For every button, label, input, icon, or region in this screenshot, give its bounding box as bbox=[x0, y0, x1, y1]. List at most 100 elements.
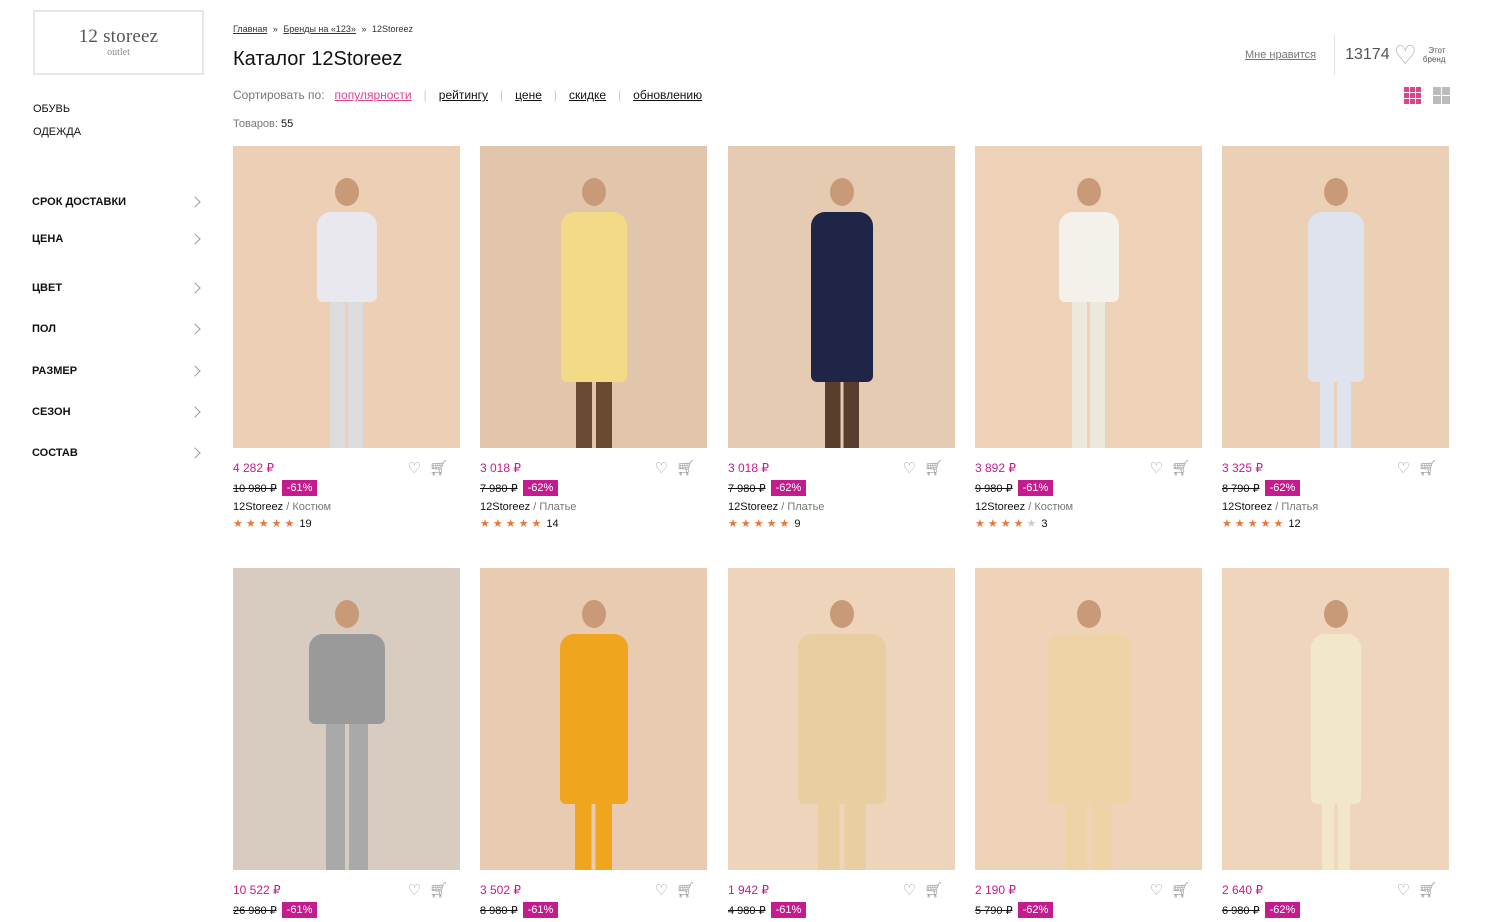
add-to-cart-icon[interactable]: 🛒︎ bbox=[1171, 461, 1190, 476]
rating-stars: ★★★★★ 3 bbox=[975, 517, 1202, 530]
breadcrumb: Главная » Бренды на «123» » 12Storeez bbox=[233, 24, 413, 34]
filter-label: СЕЗОН bbox=[32, 406, 71, 418]
model-figure bbox=[550, 600, 638, 870]
filter-season[interactable]: СЕЗОН bbox=[32, 397, 204, 427]
product-photo[interactable] bbox=[233, 146, 460, 448]
product-photo[interactable] bbox=[1222, 568, 1449, 870]
favorite-heart-icon[interactable]: ♡ bbox=[1150, 883, 1163, 898]
product-card[interactable]: 2 640 ₽ ♡ 🛒︎ 6 980 ₽ -62% bbox=[1222, 568, 1449, 918]
product-card[interactable]: 3 892 ₽ ♡ 🛒︎ 9 980 ₽ -61% 12Storeez / Костюм ★… bbox=[975, 146, 1202, 530]
logo-name: 12 storeez bbox=[78, 26, 159, 47]
product-photo[interactable] bbox=[975, 146, 1202, 448]
favorite-heart-icon[interactable]: ♡ bbox=[903, 461, 916, 476]
category-shoes[interactable]: ОБУВЬ bbox=[33, 98, 81, 121]
favorite-heart-icon[interactable]: ♡ bbox=[408, 461, 421, 476]
sort-updated[interactable]: обновлению bbox=[633, 88, 702, 102]
model-figure bbox=[1301, 600, 1371, 870]
sort-discount[interactable]: скидке bbox=[569, 88, 606, 102]
add-to-cart-icon[interactable]: 🛒︎ bbox=[1171, 883, 1190, 898]
product-card[interactable]: 10 522 ₽ ♡ 🛒︎ 26 980 ₽ -61% bbox=[233, 568, 460, 918]
favorite-heart-icon[interactable]: ♡ bbox=[1150, 461, 1163, 476]
product-price: 2 190 ₽ bbox=[975, 883, 1016, 897]
star-icon: ★ bbox=[271, 518, 285, 530]
add-to-cart-icon[interactable]: 🛒︎ bbox=[924, 461, 943, 476]
like-brand-button[interactable]: Мне нравится bbox=[1245, 49, 1316, 61]
category-clothing[interactable]: ОДЕЖДА bbox=[33, 121, 81, 144]
star-icon: ★ bbox=[740, 518, 754, 530]
model-figure bbox=[551, 178, 637, 448]
add-to-cart-icon[interactable]: 🛒︎ bbox=[676, 883, 695, 898]
product-card[interactable]: 2 190 ₽ ♡ 🛒︎ 5 790 ₽ -62% bbox=[975, 568, 1202, 918]
product-card[interactable]: 3 325 ₽ ♡ 🛒︎ 8 790 ₽ -62% 12Storeez / Платья ★… bbox=[1222, 146, 1449, 530]
add-to-cart-icon[interactable]: 🛒︎ bbox=[924, 883, 943, 898]
product-meta: 12Storeez / Костюм bbox=[233, 501, 460, 513]
model-figure bbox=[1037, 600, 1141, 870]
add-to-cart-icon[interactable]: 🛒︎ bbox=[676, 461, 695, 476]
rating-stars: ★★★★★ 19 bbox=[233, 517, 460, 530]
product-photo[interactable] bbox=[1222, 146, 1449, 448]
product-photo[interactable] bbox=[728, 568, 955, 870]
product-brand[interactable]: 12Storeez bbox=[975, 501, 1025, 513]
filter-composition[interactable]: СОСТАВ bbox=[32, 438, 204, 468]
sort-rating[interactable]: рейтингу bbox=[439, 88, 488, 102]
product-price: 3 502 ₽ bbox=[480, 883, 521, 897]
sort-price[interactable]: цене bbox=[515, 88, 542, 102]
product-photo[interactable] bbox=[728, 146, 955, 448]
discount-badge: -62% bbox=[1264, 902, 1301, 918]
product-old-price: 8 980 ₽ bbox=[480, 904, 518, 917]
filter-label: ЦЕНА bbox=[32, 233, 64, 245]
product-price: 3 325 ₽ bbox=[1222, 461, 1263, 475]
site-logo[interactable]: 12 storeez outlet bbox=[33, 10, 204, 75]
favorite-heart-icon[interactable]: ♡ bbox=[655, 883, 668, 898]
filter-color[interactable]: ЦВЕТ bbox=[32, 273, 204, 303]
product-card[interactable]: 3 018 ₽ ♡ 🛒︎ 7 980 ₽ -62% 12Storeez / Платье ★… bbox=[728, 146, 955, 530]
product-photo[interactable] bbox=[233, 568, 460, 870]
favorite-heart-icon[interactable]: ♡ bbox=[408, 883, 421, 898]
chevron-right-icon bbox=[189, 233, 201, 245]
favorite-heart-icon[interactable]: ♡ bbox=[655, 461, 668, 476]
discount-badge: -62% bbox=[770, 480, 807, 496]
favorite-heart-icon[interactable]: ♡ bbox=[1397, 883, 1410, 898]
product-meta: 12Storeez / Платья bbox=[1222, 501, 1449, 513]
sort-popularity[interactable]: популярности bbox=[335, 88, 412, 102]
star-icon: ★ bbox=[233, 518, 246, 530]
product-brand[interactable]: 12Storeez bbox=[1222, 501, 1272, 513]
breadcrumb-home[interactable]: Главная bbox=[233, 24, 267, 34]
product-brand[interactable]: 12Storeez bbox=[480, 501, 530, 513]
product-card[interactable]: 1 942 ₽ ♡ 🛒︎ 4 980 ₽ -61% bbox=[728, 568, 955, 918]
product-card[interactable]: 4 282 ₽ ♡ 🛒︎ 10 980 ₽ -61% 12Storeez / Костюм… bbox=[233, 146, 460, 530]
product-type: / Костюм bbox=[286, 501, 332, 513]
breadcrumb-brands[interactable]: Бренды на «123» bbox=[283, 24, 356, 34]
favorite-heart-icon[interactable]: ♡ bbox=[1397, 461, 1410, 476]
add-to-cart-icon[interactable]: 🛒︎ bbox=[429, 461, 448, 476]
discount-badge: -61% bbox=[281, 480, 318, 496]
product-brand[interactable]: 12Storeez bbox=[233, 501, 283, 513]
product-price: 10 522 ₽ bbox=[233, 883, 281, 897]
review-count: 3 bbox=[1041, 518, 1048, 530]
grid-large-icon[interactable] bbox=[1433, 87, 1450, 104]
product-card[interactable]: 3 502 ₽ ♡ 🛒︎ 8 980 ₽ -61% bbox=[480, 568, 707, 918]
filter-delivery[interactable]: СРОК ДОСТАВКИ bbox=[32, 187, 204, 217]
add-to-cart-icon[interactable]: 🛒︎ bbox=[1418, 883, 1437, 898]
grid-small-icon[interactable] bbox=[1404, 87, 1421, 104]
add-to-cart-icon[interactable]: 🛒︎ bbox=[1418, 461, 1437, 476]
product-card[interactable]: 3 018 ₽ ♡ 🛒︎ 7 980 ₽ -62% 12Storeez / Платье ★… bbox=[480, 146, 707, 530]
this-brand-label: Этот бренд bbox=[1423, 46, 1446, 64]
star-icon: ★ bbox=[1222, 518, 1235, 530]
product-type: / Платье bbox=[533, 501, 577, 513]
product-photo[interactable] bbox=[480, 146, 707, 448]
product-old-price: 5 790 ₽ bbox=[975, 904, 1013, 917]
filter-gender[interactable]: ПОЛ bbox=[32, 314, 204, 344]
add-to-cart-icon[interactable]: 🛒︎ bbox=[429, 883, 448, 898]
filter-size[interactable]: РАЗМЕР bbox=[32, 356, 204, 386]
filter-price[interactable]: ЦЕНА bbox=[32, 224, 204, 254]
star-icon: ★ bbox=[492, 518, 506, 530]
star-icon: ★ bbox=[505, 518, 519, 530]
product-photo[interactable] bbox=[975, 568, 1202, 870]
favorite-heart-icon[interactable]: ♡ bbox=[903, 883, 916, 898]
product-brand[interactable]: 12Storeez bbox=[728, 501, 778, 513]
product-old-price: 8 790 ₽ bbox=[1222, 482, 1260, 495]
star-icon: ★ bbox=[258, 518, 272, 530]
product-photo[interactable] bbox=[480, 568, 707, 870]
heart-icon[interactable]: ♡ bbox=[1394, 42, 1417, 68]
